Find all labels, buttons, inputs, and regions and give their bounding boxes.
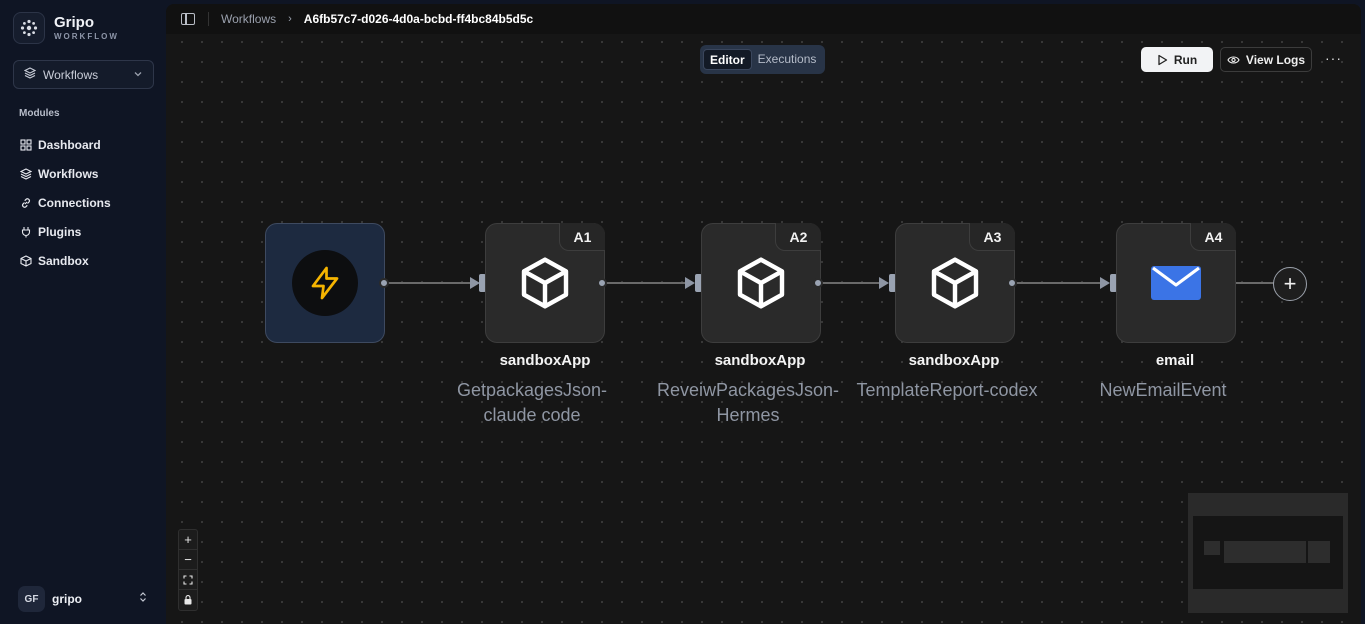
node-badge: A3: [969, 223, 1015, 251]
gripo-logo-icon: [13, 12, 45, 44]
divider: [208, 12, 209, 26]
sidebar-item-sandbox[interactable]: Sandbox: [19, 246, 111, 275]
edge: [604, 282, 692, 284]
view-logs-label: View Logs: [1245, 52, 1306, 67]
layers-icon: [23, 67, 37, 82]
edge: [1236, 282, 1274, 284]
topbar: Workflows › A6fb57c7-d026-4d0a-bcbd-ff4b…: [166, 4, 1361, 34]
sidebar: Gripo WORKFLOW Workflows Modules Dashboa…: [0, 0, 166, 624]
output-port[interactable]: [1007, 278, 1017, 288]
user-name: gripo: [52, 592, 82, 606]
output-port[interactable]: [813, 278, 823, 288]
zoom-out-button[interactable]: −: [179, 550, 197, 570]
minimap-node: [1224, 541, 1306, 563]
plus-icon: +: [1283, 271, 1297, 296]
sidebar-item-label: Dashboard: [38, 137, 101, 152]
cube-icon: [733, 255, 789, 311]
edge: [820, 282, 886, 284]
app-window: Gripo WORKFLOW Workflows Modules Dashboa…: [0, 0, 1365, 624]
plug-icon: [19, 225, 32, 238]
sidebar-item-label: Plugins: [38, 224, 82, 239]
lock-icon[interactable]: [179, 590, 197, 610]
link-icon: [19, 196, 32, 209]
box-icon: [19, 254, 32, 267]
sidebar-item-plugins[interactable]: Plugins: [19, 217, 111, 246]
node-subtitle: ReveiwPackagesJson-Hermes: [656, 380, 840, 425]
chevron-down-icon: [133, 68, 143, 82]
workflow-canvas[interactable]: Workflows › A6fb57c7-d026-4d0a-bcbd-ff4b…: [166, 4, 1361, 624]
chevron-right-icon: ›: [288, 13, 292, 25]
user-menu[interactable]: GF gripo: [18, 586, 148, 612]
sidebar-item-label: Sandbox: [38, 253, 89, 268]
more-options-icon[interactable]: ···: [1325, 50, 1342, 66]
edge-arrow-icon: [879, 277, 889, 289]
mail-icon: [1150, 263, 1202, 303]
sidebar-nav: Dashboard Workflows Connections Plugins: [19, 130, 111, 275]
play-icon: [1157, 54, 1168, 66]
add-node-button[interactable]: +: [1273, 267, 1307, 301]
minimap-node: [1308, 541, 1330, 563]
avatar: GF: [18, 586, 45, 612]
breadcrumb-current: A6fb57c7-d026-4d0a-bcbd-ff4bc84b5d5c: [303, 12, 534, 26]
cube-icon: [927, 255, 983, 311]
edge: [1014, 282, 1106, 284]
workflow-node[interactable]: A4: [1116, 223, 1236, 343]
node-badge: A2: [775, 223, 821, 251]
node-badge: A1: [559, 223, 605, 251]
minimap[interactable]: [1188, 493, 1348, 613]
edge-arrow-icon: [1100, 277, 1110, 289]
fit-view-button[interactable]: [179, 570, 197, 590]
node-title: sandboxApp: [908, 352, 1000, 369]
sidebar-item-label: Connections: [38, 195, 111, 210]
edge: [387, 282, 477, 284]
node-title: email: [1155, 352, 1195, 369]
modules-heading: Modules: [19, 108, 60, 119]
edge-arrow-icon: [685, 277, 695, 289]
output-port[interactable]: [597, 278, 607, 288]
workflow-node[interactable]: A3: [895, 223, 1015, 343]
workflow-selector[interactable]: Workflows: [13, 60, 154, 89]
view-tabs: Editor Executions: [700, 45, 826, 74]
run-label: Run: [1173, 52, 1198, 67]
view-logs-button[interactable]: View Logs: [1220, 47, 1312, 72]
zoom-in-button[interactable]: +: [179, 530, 197, 550]
zoom-controls: + −: [178, 529, 198, 611]
sidebar-toggle-icon[interactable]: [181, 13, 195, 25]
lightning-icon: [292, 250, 358, 316]
output-port[interactable]: [379, 278, 389, 288]
minimap-viewport: [1193, 516, 1343, 589]
grid-icon: [19, 138, 32, 151]
run-button[interactable]: Run: [1141, 47, 1213, 72]
sidebar-item-workflows[interactable]: Workflows: [19, 159, 111, 188]
tab-executions[interactable]: Executions: [752, 49, 823, 70]
node-badge: A4: [1190, 223, 1236, 251]
minimap-node: [1204, 541, 1220, 555]
sidebar-item-label: Workflows: [38, 166, 99, 181]
sidebar-item-dashboard[interactable]: Dashboard: [19, 130, 111, 159]
node-subtitle: NewEmailEvent: [1099, 380, 1227, 400]
tab-editor[interactable]: Editor: [703, 49, 752, 70]
brand-subtitle: WORKFLOW: [54, 31, 119, 41]
node-title: sandboxApp: [499, 352, 591, 369]
node-subtitle: TemplateReport-codex: [856, 380, 1038, 400]
workflow-node[interactable]: A1: [485, 223, 605, 343]
workflow-selector-label: Workflows: [43, 67, 99, 82]
trigger-node[interactable]: [265, 223, 385, 343]
node-title: sandboxApp: [714, 352, 806, 369]
brand: Gripo WORKFLOW: [13, 12, 119, 44]
cube-icon: [517, 255, 573, 311]
workflow-node[interactable]: A2: [701, 223, 821, 343]
breadcrumb-workflows[interactable]: Workflows: [221, 12, 276, 26]
sidebar-item-connections[interactable]: Connections: [19, 188, 111, 217]
node-subtitle: GetpackagesJson-claude code: [456, 380, 608, 425]
layers-icon: [19, 167, 32, 180]
eye-icon: [1227, 55, 1240, 65]
brand-name: Gripo: [54, 13, 94, 31]
chevron-up-down-icon: [138, 590, 148, 608]
